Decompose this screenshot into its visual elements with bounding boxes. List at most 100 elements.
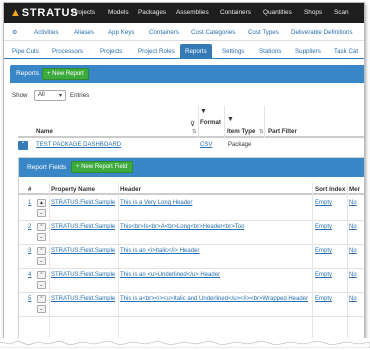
move-up-icon[interactable]: ⌃ — [37, 247, 46, 255]
tab-task-cat[interactable]: Task Cat — [334, 44, 358, 59]
stratus-logo[interactable]: ▲STRATUS — [10, 7, 78, 19]
property-name-link[interactable]: STRATUS.Field.Sample — [51, 296, 115, 302]
entries-select[interactable]: All ▾ — [34, 90, 66, 101]
new-report-button[interactable]: + New Report — [42, 68, 89, 80]
more-link[interactable]: No — [349, 200, 357, 206]
col-item-type[interactable]: Item Type — [227, 128, 255, 135]
row-number[interactable]: 3 — [28, 248, 31, 254]
more-link[interactable]: No — [349, 296, 357, 302]
sort-icon[interactable]: ⇅ — [192, 129, 197, 135]
column-divider — [224, 106, 225, 138]
nav-quantities[interactable]: Quantities — [263, 9, 292, 16]
move-up-icon[interactable]: ⌃ — [37, 223, 46, 231]
more-link[interactable]: No — [349, 248, 357, 254]
column-divider — [198, 106, 199, 138]
nav-shops[interactable]: Shops — [304, 9, 322, 16]
subnav-app-keys[interactable]: App Keys — [108, 29, 134, 36]
header-link[interactable]: This is an <u>Underlined</u> Header — [120, 272, 220, 278]
col-name[interactable]: Name — [36, 128, 53, 135]
report-format-link[interactable]: CSV — [200, 142, 212, 148]
nav-scan[interactable]: Scan — [334, 9, 349, 16]
tab-projects[interactable]: Projects — [100, 44, 122, 59]
subnav-cost-categories[interactable]: Cost Categories — [191, 29, 235, 36]
sort-index-link[interactable]: Empty — [315, 296, 332, 302]
move-down-icon[interactable]: ⌄ — [37, 233, 46, 241]
item-type-filter-icon[interactable]: ▼ — [227, 116, 234, 123]
move-up-icon[interactable]: ⌃ — [37, 271, 46, 279]
col-format[interactable]: Format — [200, 119, 221, 126]
header-link[interactable]: This is an <i>Italic</i> Header — [120, 248, 199, 254]
subnav-deliverable-definitions[interactable]: Deliverable Definitions — [291, 29, 353, 36]
col-sort-index[interactable]: Sort Index — [315, 186, 345, 193]
row-number[interactable]: 1 — [28, 200, 31, 206]
tab-settings[interactable]: Settings — [222, 44, 244, 59]
sort-index-link[interactable]: Empty — [315, 224, 332, 230]
subnav-aliases[interactable]: Aliases — [74, 29, 94, 36]
report-row[interactable]: ⌃ TEST PACKAGE DASHBOARD CSV Package — [18, 140, 364, 152]
property-name-link[interactable]: STRATUS.Field.Sample — [51, 248, 115, 254]
new-report-field-button[interactable]: + New Report Field — [71, 161, 133, 173]
col-more[interactable]: Mer — [349, 186, 360, 193]
collapse-icon[interactable]: ⌃ — [18, 141, 28, 150]
row-number[interactable]: 5 — [28, 296, 31, 302]
nav-projects[interactable]: Projects — [72, 9, 95, 16]
reports-title: Reports — [16, 70, 40, 77]
move-up-icon[interactable]: ⌃ — [37, 295, 46, 303]
subnav-containers[interactable]: Containers — [149, 29, 179, 36]
table-row[interactable]: 3 ⌃ ⌄ STRATUS.Field.Sample This is an <i… — [19, 245, 364, 269]
more-link[interactable]: No — [349, 272, 357, 278]
name-filter-icon[interactable]: ⊽ — [190, 120, 195, 128]
reports-table-header: Name ⊽ ⇅ ▼ Format ▼ Item Type ⇅ Part Fil… — [18, 106, 364, 138]
move-down-icon[interactable]: ⌄ — [37, 305, 46, 313]
report-fields-table-header: # Property Name Header Sort Index Mer — [19, 183, 364, 195]
header-link[interactable]: This is a<br><i><u>Italic and Underlined… — [120, 296, 308, 302]
format-filter-icon[interactable]: ▼ — [200, 108, 207, 115]
header-link[interactable]: This<br>Is<br>A<br>Long<br>Header<br>Too — [120, 224, 244, 230]
table-row[interactable]: 4 ⌃ ⌄ STRATUS.Field.Sample This is an <u… — [19, 269, 364, 293]
sort-icon[interactable]: ⇅ — [259, 129, 264, 135]
entries-label: Entries — [70, 92, 90, 99]
entries-select-value: All — [38, 92, 45, 98]
chevron-down-icon: ▾ — [58, 93, 62, 99]
row-number[interactable]: 4 — [28, 272, 31, 278]
property-name-link[interactable]: STRATUS.Field.Sample — [51, 224, 115, 230]
move-down-icon[interactable]: ⌄ — [37, 209, 46, 217]
reports-panel-header: Reports + New Report — [10, 65, 364, 83]
subnav-cost-types[interactable]: Cost Types — [248, 29, 279, 36]
table-row[interactable]: 1 ▲ ⌄ STRATUS.Field.Sample This is a Ver… — [19, 197, 364, 221]
nav-assemblies[interactable]: Assemblies — [176, 9, 209, 16]
torn-edge — [0, 338, 370, 348]
top-nav-bar: ▲STRATUS Projects Models Packages Assemb… — [4, 3, 364, 23]
nav-models[interactable]: Models — [108, 9, 129, 16]
tab-stations[interactable]: Stations — [259, 44, 281, 59]
property-name-link[interactable]: STRATUS.Field.Sample — [51, 272, 115, 278]
nav-packages[interactable]: Packages — [138, 9, 166, 16]
nav-containers[interactable]: Containers — [220, 9, 251, 16]
col-property-name[interactable]: Property Name — [51, 186, 95, 193]
header-link[interactable]: This is a Very Long Header — [120, 200, 192, 206]
report-name-link[interactable]: TEST PACKAGE DASHBOARD — [36, 142, 121, 148]
sort-index-link[interactable]: Empty — [315, 200, 332, 206]
sort-index-link[interactable]: Empty — [315, 272, 332, 278]
table-row[interactable]: 5 ⌃ ⌄ STRATUS.Field.Sample This is a<br>… — [19, 293, 364, 317]
report-fields-header: Report Fields + New Report Field — [19, 158, 364, 177]
report-fields-panel: Report Fields + New Report Field # Prope… — [18, 157, 364, 341]
table-row[interactable]: 2 ⌃ ⌄ STRATUS.Field.Sample This<br>Is<br… — [19, 221, 364, 245]
property-name-link[interactable]: STRATUS.Field.Sample — [51, 200, 115, 206]
tab-pipe-cuts[interactable]: Pipe Cuts — [12, 44, 39, 59]
row-number[interactable]: 2 — [28, 224, 31, 230]
move-down-icon[interactable]: ⌄ — [37, 281, 46, 289]
move-up-icon[interactable]: ▲ — [37, 199, 46, 207]
admin-tabs: Pipe Cuts Processors Projects Project Ro… — [4, 41, 364, 59]
sort-index-link[interactable]: Empty — [315, 248, 332, 254]
col-header[interactable]: Header — [120, 186, 141, 193]
col-part-filter[interactable]: Part Filter — [268, 128, 297, 135]
tab-suppliers[interactable]: Suppliers — [295, 44, 321, 59]
more-link[interactable]: No — [349, 224, 357, 230]
subnav-activities[interactable]: Activities — [34, 29, 58, 36]
tab-reports[interactable]: Reports — [180, 44, 212, 59]
tab-project-roles[interactable]: Project Roles — [138, 44, 175, 59]
tab-processors[interactable]: Processors — [52, 44, 83, 59]
move-down-icon[interactable]: ⌄ — [37, 257, 46, 265]
show-label: Show — [12, 92, 28, 99]
